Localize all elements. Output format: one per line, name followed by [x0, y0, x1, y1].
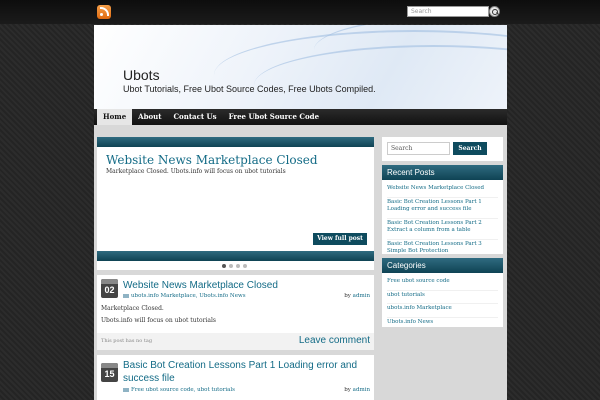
- post-categories[interactable]: Free ubot source code, ubot tutorials: [123, 387, 235, 393]
- category-link[interactable]: ubots.info Marketplace: [387, 304, 498, 318]
- leave-comment-link[interactable]: Leave comment: [299, 335, 370, 346]
- nav-item-about[interactable]: About: [132, 109, 167, 125]
- post-date: 15: [101, 363, 118, 382]
- sidebar-search-input[interactable]: Search: [387, 142, 450, 155]
- post-categories-text[interactable]: ubots.info Marketplace, Ubots.info News: [131, 293, 246, 299]
- folder-icon: [123, 293, 129, 298]
- featured-excerpt: Marketplace Closed. Ubots.info will focu…: [106, 168, 286, 175]
- categories-widget: Categories Free ubot source code ubot tu…: [382, 258, 503, 327]
- site-title[interactable]: Ubots: [123, 67, 160, 83]
- post-footer: This post has no tag Leave comment: [97, 333, 374, 350]
- folder-icon: [123, 387, 129, 392]
- main-nav: Home About Contact Us Free Ubot Source C…: [94, 109, 507, 125]
- post-author-link[interactable]: admin: [353, 387, 370, 393]
- nav-item-free-source[interactable]: Free Ubot Source Code: [223, 109, 325, 125]
- post-author: by admin: [344, 293, 370, 299]
- post-author: by admin: [344, 387, 370, 393]
- post-categories-text[interactable]: Free ubot source code, ubot tutorials: [131, 387, 235, 393]
- featured-slider: Website News Marketplace Closed Marketpl…: [97, 137, 374, 270]
- nav-item-contact[interactable]: Contact Us: [167, 109, 222, 125]
- post-body-line: Marketplace Closed.: [101, 305, 164, 312]
- site-description: Ubot Tutorials, Free Ubot Source Codes, …: [123, 84, 376, 94]
- site-header: Ubots Ubot Tutorials, Free Ubot Source C…: [94, 25, 507, 109]
- slider-dot[interactable]: [222, 264, 226, 268]
- top-search-input[interactable]: Search: [407, 6, 489, 17]
- top-bar: Search: [0, 0, 600, 24]
- post-date: 02: [101, 279, 118, 298]
- post-card: 02 Website News Marketplace Closed ubots…: [97, 275, 374, 350]
- recent-posts-widget: Recent Posts Website News Marketplace Cl…: [382, 165, 503, 254]
- date-day: 02: [104, 285, 115, 295]
- category-link[interactable]: ubot tutorials: [387, 291, 498, 304]
- rss-icon[interactable]: [97, 5, 111, 19]
- view-full-post-button[interactable]: View full post: [313, 233, 367, 245]
- recent-post-link[interactable]: Basic Bot Creation Lessons Part 1 Loadin…: [387, 198, 498, 219]
- widget-title: Categories: [382, 258, 503, 273]
- recent-post-link[interactable]: Website News Marketplace Closed: [387, 184, 498, 198]
- recent-post-link[interactable]: Basic Bot Creation Lessons Part 2 Extrac…: [387, 219, 498, 240]
- nav-item-home[interactable]: Home: [97, 109, 133, 125]
- slider-dot[interactable]: [229, 264, 233, 268]
- post-body-line: Ubots.info will focus on ubot tutorials: [101, 317, 216, 324]
- slider-dot[interactable]: [236, 264, 240, 268]
- sidebar-search-button[interactable]: Search: [453, 142, 487, 155]
- featured-bottom-bar: [97, 251, 374, 261]
- slider-dot[interactable]: [243, 264, 247, 268]
- category-link[interactable]: Ubots.info News: [387, 318, 498, 331]
- featured-title[interactable]: Website News Marketplace Closed: [106, 153, 318, 167]
- post-categories[interactable]: ubots.info Marketplace, Ubots.info News: [123, 293, 246, 299]
- post-by-label: by: [344, 387, 351, 393]
- featured-top-bar: [97, 137, 374, 147]
- widget-title: Recent Posts: [382, 165, 503, 180]
- sidebar-search: Search Search: [382, 137, 503, 161]
- post-title[interactable]: Basic Bot Creation Lessons Part 1 Loadin…: [123, 359, 368, 385]
- slider-dots: [222, 264, 247, 268]
- post-title[interactable]: Website News Marketplace Closed: [123, 279, 368, 292]
- date-day: 15: [104, 369, 115, 379]
- post-card: 15 Basic Bot Creation Lessons Part 1 Loa…: [97, 355, 374, 400]
- post-tags: This post has no tag: [101, 338, 153, 344]
- search-icon[interactable]: [489, 6, 500, 17]
- recent-post-link[interactable]: Basic Bot Creation Lessons Part 3 Simple…: [387, 240, 498, 260]
- post-author-link[interactable]: admin: [353, 293, 370, 299]
- post-by-label: by: [344, 293, 351, 299]
- category-link[interactable]: Free ubot source code: [387, 277, 498, 291]
